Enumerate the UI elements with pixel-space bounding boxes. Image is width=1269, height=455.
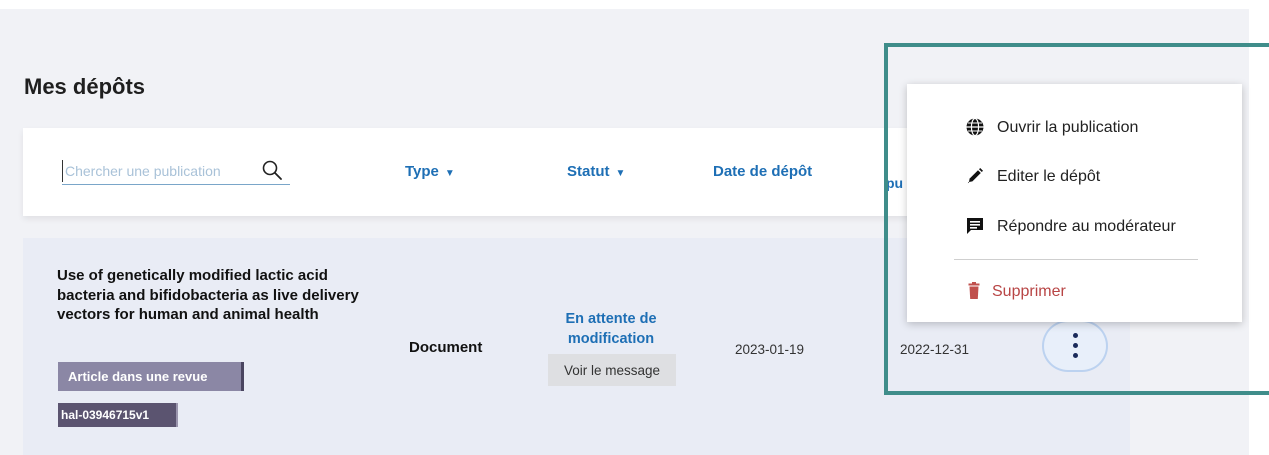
page-title: Mes dépôts xyxy=(24,74,146,99)
caret-down-icon: ▼ xyxy=(615,168,626,179)
deposit-date-cell: 2023-01-19 xyxy=(735,342,805,357)
column-header-status-label: Statut xyxy=(567,163,610,180)
document-type-badge: Article dans une revue xyxy=(58,362,244,391)
column-header-type[interactable]: Type ▼ xyxy=(405,163,455,180)
hal-id-badge: hal-03946715v1 xyxy=(58,403,178,427)
status-cell: En attente de modification xyxy=(565,311,657,347)
publication-title: Use of genetically modified lactic acid … xyxy=(57,267,359,323)
column-header-status[interactable]: Statut ▼ xyxy=(567,163,625,180)
search-box xyxy=(62,160,290,185)
caret-down-icon: ▼ xyxy=(444,168,455,179)
view-message-button[interactable]: Voir le message xyxy=(548,354,676,386)
search-icon[interactable] xyxy=(262,160,282,182)
column-header-type-label: Type xyxy=(405,163,439,180)
column-header-deposit-date[interactable]: Date de dépôt xyxy=(713,163,812,180)
highlight-frame xyxy=(884,43,1269,395)
type-cell: Document xyxy=(409,339,483,356)
search-input[interactable] xyxy=(62,160,255,182)
